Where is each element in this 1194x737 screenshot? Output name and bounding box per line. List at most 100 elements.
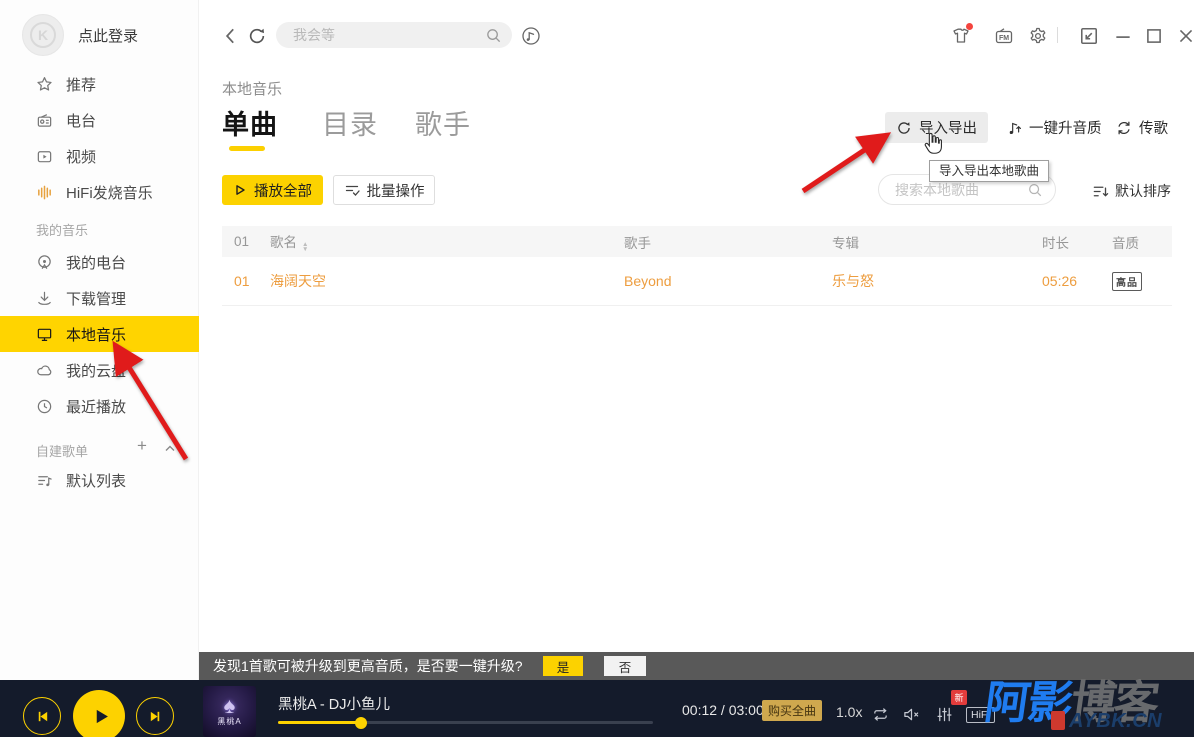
table-row[interactable]: 01 海阔天空 Beyond 乐与怒 05:26 高品 (222, 257, 1172, 306)
volume-muted-icon[interactable] (902, 706, 921, 723)
login-area[interactable]: K 点此登录 (22, 14, 138, 56)
monitor-icon (36, 326, 53, 343)
sort-icon (1092, 183, 1109, 200)
local-search-input[interactable] (895, 182, 1027, 198)
notification-dot (966, 23, 973, 30)
add-playlist-icon[interactable]: + (137, 439, 147, 453)
clock-icon (36, 398, 53, 415)
sidebar-item-recent[interactable]: 最近播放 (0, 388, 199, 424)
search-icon[interactable] (1027, 182, 1043, 198)
tooltip: 导入导出本地歌曲 (929, 160, 1049, 182)
my-music-section-title: 我的音乐 (36, 220, 88, 239)
sidebar-item-default-playlist[interactable]: 默认列表 (0, 462, 199, 498)
global-search[interactable] (276, 22, 512, 48)
sidebar-item-label: 下载管理 (66, 288, 126, 309)
buy-full-song-badge[interactable]: 购买全曲 (762, 700, 822, 721)
skin-button[interactable] (951, 26, 971, 46)
video-icon (36, 148, 53, 165)
global-search-input[interactable] (293, 27, 485, 43)
refresh-icon[interactable] (247, 26, 267, 46)
sidebar-item-video[interactable]: 视频 (0, 138, 199, 174)
sidebar-item-label: HiFi发烧音乐 (66, 182, 153, 203)
previous-track-button[interactable] (23, 697, 61, 735)
row-song-name[interactable]: 海阔天空 (258, 271, 612, 291)
sidebar-item-label: 我的云盘 (66, 360, 126, 381)
album-art[interactable]: ♠ 黑桃A (203, 686, 256, 737)
equalizer-icon[interactable] (936, 706, 953, 723)
back-icon[interactable] (221, 26, 241, 46)
progress-fill (278, 721, 361, 724)
upgrade-quality-button[interactable]: 一键升音质 (995, 112, 1113, 143)
play-button[interactable] (73, 690, 125, 737)
tab-artists[interactable]: 歌手 (415, 103, 471, 142)
play-all-button[interactable]: 播放全部 (222, 175, 323, 205)
transfer-icon (1116, 120, 1132, 136)
playback-speed[interactable]: 1.0x (836, 704, 862, 720)
album-art-label: 黑桃A (217, 716, 241, 727)
close-icon[interactable] (1176, 26, 1194, 46)
now-playing-title[interactable]: 黑桃A - DJ小鱼儿 (278, 693, 390, 714)
cloud-icon (36, 362, 53, 379)
collapse-chevron-up-icon[interactable] (163, 442, 177, 456)
sidebar-item-downloads[interactable]: 下载管理 (0, 280, 199, 316)
progress-knob[interactable] (355, 717, 367, 729)
sidebar-item-label: 默认列表 (66, 470, 126, 491)
sidebar-item-radio[interactable]: 电台 (0, 102, 199, 138)
minimize-icon[interactable] (1113, 26, 1133, 46)
loop-mode-icon[interactable] (871, 706, 890, 723)
progress-bar[interactable] (278, 721, 653, 724)
import-export-icon (896, 120, 912, 136)
sidebar-item-cloud-drive[interactable]: 我的云盘 (0, 352, 199, 388)
maximize-icon[interactable] (1144, 26, 1164, 46)
radio-icon (36, 112, 53, 129)
upgrade-quality-label: 一键升音质 (1029, 117, 1102, 138)
podcast-icon (36, 254, 53, 271)
play-outline-icon (233, 183, 247, 197)
row-album[interactable]: 乐与怒 (820, 271, 1030, 291)
header-index: 01 (222, 234, 258, 249)
hifi-quality-badge[interactable]: HiFi (966, 707, 995, 723)
tab-folders[interactable]: 目录 (322, 103, 378, 142)
notification-no-button[interactable]: 否 (604, 656, 646, 676)
default-sort-button[interactable]: 默认排序 (1092, 181, 1171, 201)
notification-yes-button[interactable]: 是 (543, 656, 583, 676)
sidebar-item-label: 视频 (66, 146, 96, 167)
avatar[interactable]: K (22, 14, 64, 56)
play-all-label: 播放全部 (254, 180, 312, 201)
tab-songs[interactable]: 单曲 (222, 103, 278, 142)
song-recognition-icon[interactable] (521, 26, 541, 46)
music-app-window: K 点此登录 推荐 电台 视频 HiFi发烧音乐 我的音乐 (0, 0, 1194, 737)
fm-icon[interactable]: FM (994, 26, 1014, 46)
row-duration: 05:26 (1030, 273, 1100, 289)
sidebar-item-label: 电台 (66, 110, 96, 131)
next-icon (148, 709, 163, 724)
star-icon (36, 76, 53, 93)
header-quality: 音质 (1100, 232, 1172, 252)
settings-gear-icon[interactable] (1028, 26, 1048, 46)
default-sort-label: 默认排序 (1115, 181, 1171, 201)
sort-arrows-icon[interactable]: ▲▼ (302, 242, 308, 252)
search-icon[interactable] (485, 27, 502, 44)
batch-operation-button[interactable]: 批量操作 (333, 175, 435, 205)
time-display: 00:12 / 03:00 (682, 702, 764, 718)
upgrade-notification-bar: 发现1首歌可被升级到更高音质，是否要一键升级? 是 否 (199, 652, 1194, 680)
transfer-songs-button[interactable]: 传歌 (1105, 112, 1179, 143)
next-track-button[interactable] (136, 697, 174, 735)
row-artist[interactable]: Beyond (612, 273, 820, 289)
sidebar-item-recommend[interactable]: 推荐 (0, 66, 199, 102)
sidebar-item-local-music[interactable]: 本地音乐 (0, 316, 199, 352)
hifi-icon (36, 184, 53, 201)
download-icon (36, 290, 53, 307)
notification-message: 发现1首歌可被升级到更高音质，是否要一键升级? (213, 656, 523, 676)
active-tab-underline (229, 146, 265, 151)
playlists-section-title: 自建歌单 (36, 441, 88, 460)
sidebar-item-hifi[interactable]: HiFi发烧音乐 (0, 174, 199, 210)
brand-k-icon: K (30, 22, 56, 48)
mini-mode-icon[interactable] (1079, 26, 1099, 46)
login-label[interactable]: 点此登录 (78, 25, 138, 46)
sidebar-item-my-radio[interactable]: 我的电台 (0, 244, 199, 280)
header-song-name[interactable]: 歌名▲▼ (258, 231, 612, 252)
main-panel: FM 本地音乐 单曲 目录 歌手 导入导出 一键升音质 传歌 导入导出本地歌曲 (199, 0, 1194, 652)
sidebar-item-label: 推荐 (66, 74, 96, 95)
toolbar-divider (1057, 27, 1058, 43)
